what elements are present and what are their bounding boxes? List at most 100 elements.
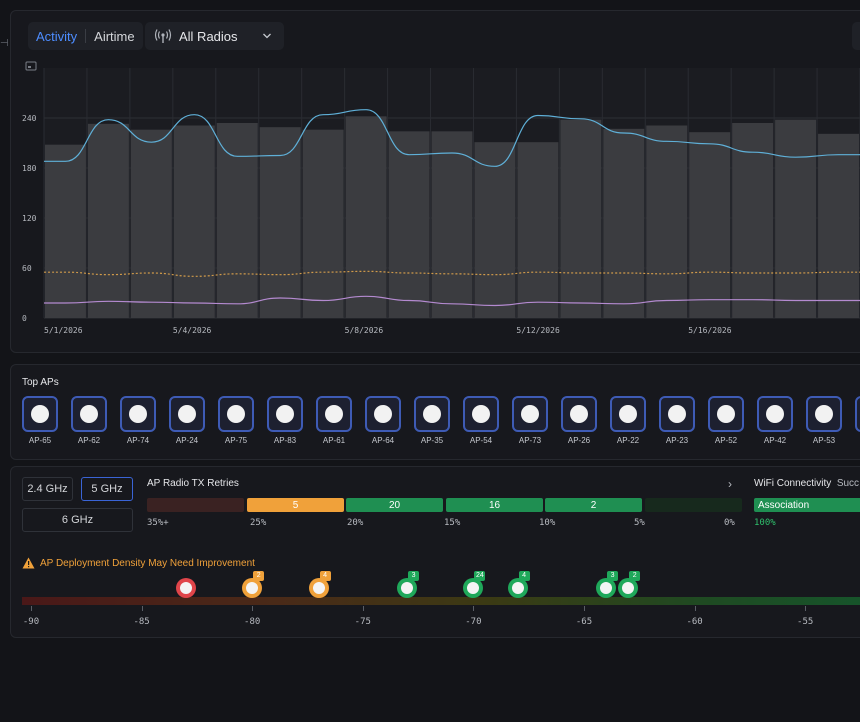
x-tick-label: 5/8/2026 xyxy=(345,326,384,335)
chart-bar xyxy=(431,131,473,318)
ap-icon-box xyxy=(365,396,401,432)
chart-settings-icon[interactable] xyxy=(25,61,37,71)
ap-icon-box xyxy=(708,396,744,432)
ap-icon-box xyxy=(267,396,303,432)
x-tick-label: 5/12/2026 xyxy=(516,326,560,335)
rssi-marker[interactable]: 3 xyxy=(397,571,420,598)
chart-bar xyxy=(345,116,387,318)
retry-bucket[interactable]: 20 xyxy=(346,498,443,512)
radio-stats-panel xyxy=(10,466,860,638)
ap-tile[interactable] xyxy=(855,396,860,432)
ap-tile[interactable]: AP-73 xyxy=(512,396,548,445)
retry-bucket[interactable]: 2 xyxy=(545,498,642,512)
ap-tile[interactable]: AP-24 xyxy=(169,396,205,445)
ap-tile[interactable]: AP-22 xyxy=(610,396,646,445)
chart-bar xyxy=(474,142,516,318)
ap-label: AP-64 xyxy=(371,436,395,445)
rssi-marker[interactable]: 2 xyxy=(618,571,641,598)
chart-bar xyxy=(87,123,129,318)
chart-bars xyxy=(45,116,859,319)
ap-tile[interactable]: AP-75 xyxy=(218,396,254,445)
rssi-marker-badge: 4 xyxy=(319,571,331,581)
chart-bar xyxy=(560,119,602,319)
band-5ghz-button[interactable]: 5 GHz xyxy=(81,477,133,501)
ap-icon xyxy=(521,405,539,423)
ap-label: AP-73 xyxy=(518,436,542,445)
retry-bucket[interactable] xyxy=(147,498,244,512)
chart-bar xyxy=(130,129,172,318)
ap-tile[interactable]: AP-35 xyxy=(414,396,450,445)
wifi-status-label: Succ xyxy=(836,478,860,489)
rssi-marker[interactable]: 24 xyxy=(463,571,486,598)
ap-tile[interactable]: AP-26 xyxy=(561,396,597,445)
ap-label: AP-75 xyxy=(224,436,248,445)
chart-bar xyxy=(603,128,645,318)
rssi-marker[interactable] xyxy=(175,578,196,598)
rssi-marker[interactable]: 3 xyxy=(596,571,619,598)
rssi-marker-dot xyxy=(246,582,259,594)
ap-tile[interactable]: AP-42 xyxy=(757,396,793,445)
ap-icon xyxy=(815,405,833,423)
ap-tile[interactable]: AP-54 xyxy=(463,396,499,445)
ap-label: AP-52 xyxy=(714,436,738,445)
chart-bar xyxy=(45,144,86,318)
ap-icon xyxy=(80,405,98,423)
ap-tile[interactable]: AP-83 xyxy=(267,396,303,445)
rssi-tick xyxy=(141,606,143,611)
chart-bar xyxy=(173,125,215,318)
ap-tile[interactable]: AP-53 xyxy=(806,396,842,445)
ap-label: AP-74 xyxy=(126,436,150,445)
ap-tile[interactable]: AP-65 xyxy=(22,396,58,445)
association-label: Association xyxy=(758,499,810,511)
ap-icon-box xyxy=(120,396,156,432)
ap-icon xyxy=(276,405,294,423)
chevron-right-icon[interactable]: › xyxy=(728,477,732,491)
ap-icon xyxy=(423,405,441,423)
rssi-marker-dot xyxy=(401,582,414,594)
rssi-tick-label: -70 xyxy=(465,617,482,627)
ap-tile[interactable]: AP-61 xyxy=(316,396,352,445)
rssi-tick xyxy=(473,606,475,611)
warning-icon xyxy=(22,557,35,569)
tx-retries-title: AP Radio TX Retries xyxy=(147,478,239,489)
ap-label: AP-53 xyxy=(812,436,836,445)
rssi-tick-label: -85 xyxy=(133,617,150,627)
ap-tile[interactable]: AP-52 xyxy=(708,396,744,445)
ap-tile[interactable]: AP-23 xyxy=(659,396,695,445)
rssi-marker-dot xyxy=(622,582,635,594)
ap-icon xyxy=(325,405,343,423)
ap-label: AP-65 xyxy=(28,436,52,445)
ap-tile[interactable]: AP-64 xyxy=(365,396,401,445)
association-bar: Association xyxy=(754,498,860,512)
ap-tile[interactable]: AP-62 xyxy=(71,396,107,445)
retry-bucket[interactable] xyxy=(645,498,742,512)
ap-icon-box xyxy=(855,396,860,432)
rssi-marker[interactable]: 2 xyxy=(242,571,265,598)
ap-icon xyxy=(766,405,784,423)
rssi-marker-dot xyxy=(312,582,325,594)
ap-icon-box xyxy=(22,396,58,432)
retry-percent-label: 15% xyxy=(444,518,461,528)
band-2-4ghz-button[interactable]: 2.4 GHz xyxy=(22,477,73,501)
rssi-tick xyxy=(31,606,32,611)
ap-icon-box xyxy=(512,396,548,432)
retry-bucket[interactable]: 16 xyxy=(446,498,543,512)
rssi-marker-badge: 24 xyxy=(474,571,486,581)
ap-icon xyxy=(129,405,147,423)
ap-label: AP-62 xyxy=(77,436,101,445)
ap-label: AP-54 xyxy=(469,436,493,445)
band-6ghz-button[interactable]: 6 GHz xyxy=(22,508,133,532)
retry-bucket[interactable]: 5 xyxy=(247,498,344,512)
rssi-marker-badge: 3 xyxy=(607,571,619,581)
rssi-marker[interactable]: 4 xyxy=(507,571,530,598)
rssi-tick xyxy=(252,606,254,611)
chart-bar xyxy=(302,129,344,318)
ap-icon xyxy=(178,405,196,423)
density-warning-text: AP Deployment Density May Need Improveme… xyxy=(40,557,255,569)
wifi-title-text: WiFi Connectivity xyxy=(754,478,832,489)
ap-label: AP-61 xyxy=(322,436,346,445)
ap-icon xyxy=(227,405,245,423)
ap-tile[interactable]: AP-74 xyxy=(120,396,156,445)
rssi-marker[interactable]: 4 xyxy=(308,571,331,598)
rssi-tick-label: -75 xyxy=(354,617,371,627)
